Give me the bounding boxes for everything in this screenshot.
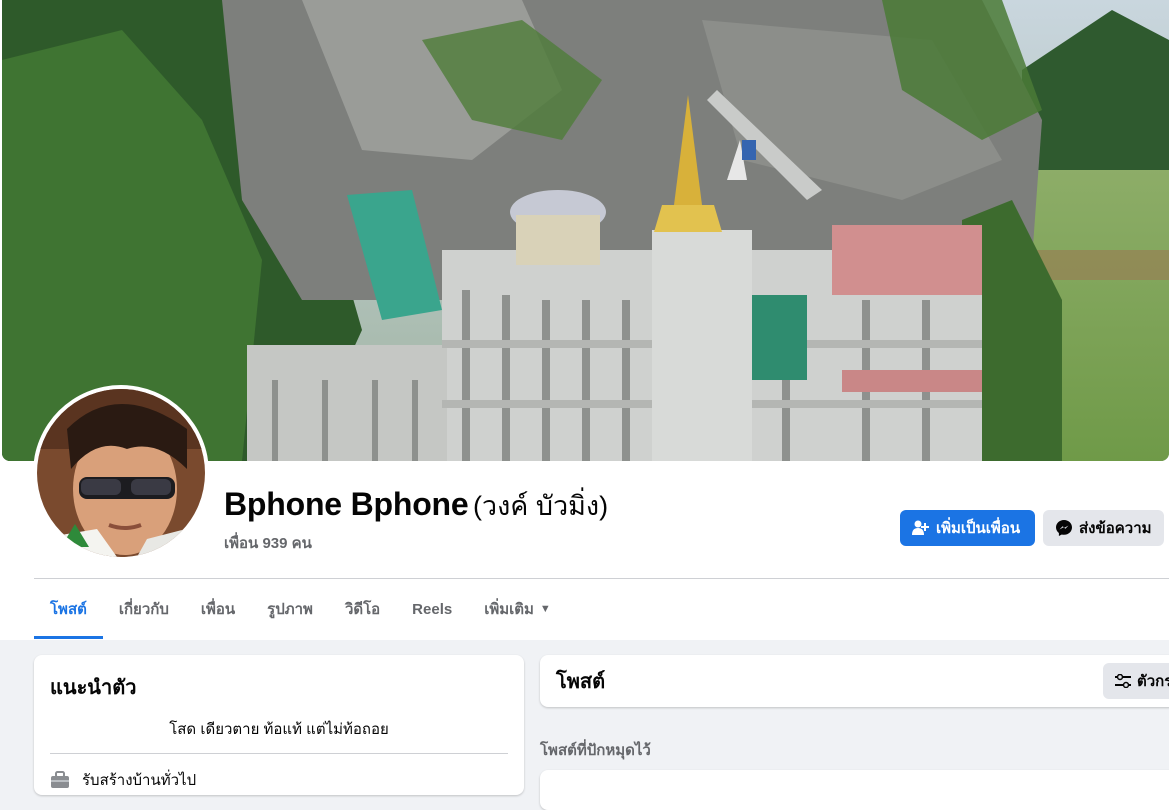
tab-friends[interactable]: เพื่อน — [185, 579, 251, 639]
intro-work: รับสร้างบ้านทั่วไป — [82, 772, 197, 789]
profile-name-block: Bphone Bphone (วงค์ บัวมิ่ง) เพื่อน 939 … — [224, 484, 608, 555]
tab-about[interactable]: เกี่ยวกับ — [103, 579, 185, 639]
add-friend-label: เพิ่มเป็นเพื่อน — [936, 520, 1021, 537]
tab-videos[interactable]: วิดีโอ — [329, 579, 396, 639]
avatar-image — [37, 389, 205, 557]
avatar[interactable] — [37, 389, 205, 557]
profile-alternate-name: (วงค์ บัวมิ่ง) — [472, 491, 609, 521]
profile-tabs: โพสต์ เกี่ยวกับ เพื่อน รูปภาพ วิดีโอ Ree… — [34, 579, 567, 639]
messenger-icon — [1056, 520, 1072, 536]
cover-photo-image — [2, 0, 1169, 461]
filter-icon — [1115, 674, 1131, 688]
intro-divider — [50, 753, 508, 754]
profile-header: Bphone Bphone (วงค์ บัวมิ่ง) เพื่อน 939 … — [0, 0, 1169, 640]
profile-picture-frame[interactable] — [33, 385, 209, 561]
tab-more-label: เพิ่มเติม — [484, 601, 534, 618]
tab-more[interactable]: เพิ่มเติม ▼ — [468, 579, 567, 639]
posts-header-card: โพสต์ ตัวกรอง — [540, 655, 1169, 707]
friend-count[interactable]: เพื่อน 939 คน — [224, 531, 608, 555]
profile-name: Bphone Bphone — [224, 486, 469, 522]
tab-posts[interactable]: โพสต์ — [34, 579, 103, 639]
tab-reels[interactable]: Reels — [396, 579, 468, 639]
message-button[interactable]: ส่งข้อความ — [1043, 510, 1164, 546]
intro-title: แนะนำตัว — [50, 677, 137, 699]
posts-title: โพสต์ — [556, 671, 606, 693]
intro-card: แนะนำตัว โสด เดียวตาย ท้อแท้ แต่ไม่ท้อถอ… — [34, 655, 524, 795]
add-friend-icon — [912, 520, 929, 535]
cover-photo[interactable] — [2, 0, 1169, 461]
message-label: ส่งข้อความ — [1079, 520, 1152, 537]
intro-bio: โสด เดียวตาย ท้อแท้ แต่ไม่ท้อถอย — [169, 721, 389, 738]
intro-work-row: รับสร้างบ้านทั่วไป — [50, 768, 508, 792]
profile-name-line: Bphone Bphone (วงค์ บัวมิ่ง) — [224, 484, 608, 527]
briefcase-icon — [51, 771, 69, 788]
tab-photos[interactable]: รูปภาพ — [251, 579, 329, 639]
add-friend-button[interactable]: เพิ่มเป็นเพื่อน — [900, 510, 1035, 546]
filter-button[interactable]: ตัวกรอง — [1103, 663, 1169, 699]
pinned-post-card — [540, 770, 1169, 810]
caret-down-icon: ▼ — [539, 603, 551, 615]
pinned-posts-label: โพสต์ที่ปักหมุดไว้ — [540, 742, 651, 759]
filter-label: ตัวกรอง — [1137, 673, 1169, 690]
